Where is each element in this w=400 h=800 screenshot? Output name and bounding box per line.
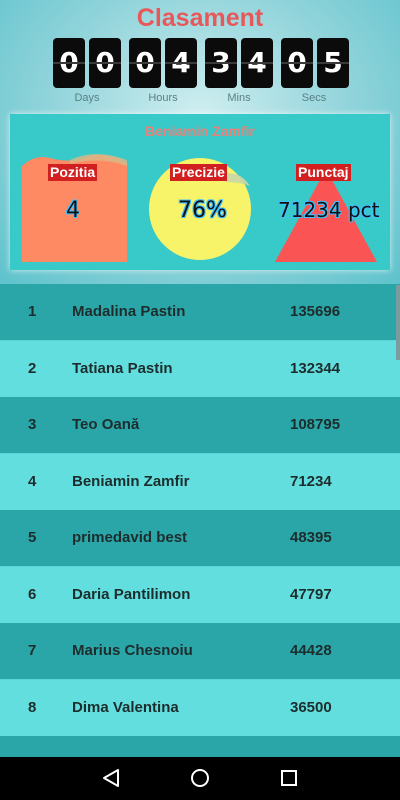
table-row[interactable]: 5 primedavid best 48395 [0, 510, 400, 566]
name-cell: Teo Oană [72, 416, 140, 433]
rank-cell: 6 [28, 586, 37, 603]
countdown-digit: 3 [205, 38, 237, 88]
rank-cell: 5 [28, 529, 37, 546]
page-title: Clasament [136, 4, 264, 32]
position-label: Pozitia [48, 164, 98, 181]
rank-cell: 7 [28, 642, 37, 659]
countdown-digit: 0 [129, 38, 161, 88]
score-cell: 48395 [290, 529, 332, 546]
name-cell: Marius Chesnoiu [72, 642, 193, 659]
rank-cell: 3 [28, 416, 37, 433]
score-cell: 36500 [290, 699, 332, 716]
precision-value: 76% [178, 198, 227, 223]
name-cell: Tatiana Pastin [72, 360, 173, 377]
score-cell: 108795 [290, 416, 341, 433]
points-label: Punctaj [296, 164, 351, 181]
recents-icon[interactable] [274, 763, 304, 793]
name-cell: Dima Valentina [72, 699, 179, 716]
position-value: 4 [66, 198, 80, 223]
table-row[interactable]: 8 Dima Valentina 36500 [0, 680, 400, 736]
countdown-digit: 0 [89, 38, 121, 88]
rank-cell: 4 [28, 473, 37, 490]
rank-cell: 8 [28, 699, 37, 716]
countdown-digit: 4 [165, 38, 197, 88]
score-cell: 132344 [290, 360, 341, 377]
back-icon[interactable] [96, 763, 126, 793]
stat-shapes [22, 154, 377, 262]
score-cell: 71234 [290, 473, 332, 490]
score-cell: 44428 [290, 642, 332, 659]
score-cell: 135696 [290, 303, 341, 320]
countdown-digit: 4 [241, 38, 273, 88]
name-cell: Daria Pantilimon [72, 586, 191, 603]
countdown-secs-label: Secs [301, 92, 327, 104]
countdown-digit: 5 [317, 38, 349, 88]
table-row[interactable]: 1 Madalina Pastin 135696 [0, 284, 400, 340]
home-icon[interactable] [185, 763, 215, 793]
name-cell: Beniamin Zamfir [72, 473, 190, 490]
name-cell: Madalina Pastin [72, 303, 186, 320]
player-stats-card: Beniamin Zamfir Pozitia Precizie Punctaj… [10, 114, 390, 270]
countdown-days-label: Days [74, 92, 100, 104]
countdown-digit: 0 [53, 38, 85, 88]
scrollbar[interactable] [396, 285, 400, 360]
countdown-hours-label: Hours [148, 92, 178, 104]
rank-cell: 2 [28, 360, 37, 377]
table-row[interactable]: 4 Beniamin Zamfir 71234 [0, 454, 400, 510]
countdown-digit: 0 [281, 38, 313, 88]
table-row[interactable]: 6 Daria Pantilimon 47797 [0, 567, 400, 623]
table-row[interactable]: 3 Teo Oană 108795 [0, 397, 400, 453]
table-row[interactable]: 7 Marius Chesnoiu 44428 [0, 623, 400, 679]
rank-cell: 1 [28, 303, 37, 320]
table-row[interactable]: 2 Tatiana Pastin 132344 [0, 341, 400, 397]
score-cell: 47797 [290, 586, 332, 603]
name-cell: primedavid best [72, 529, 188, 546]
precision-label: Precizie [170, 164, 227, 181]
points-value: 71234 pct [278, 198, 380, 222]
countdown-mins-label: Mins [227, 92, 251, 104]
system-nav-bar [0, 757, 400, 800]
table-row[interactable] [0, 736, 400, 757]
